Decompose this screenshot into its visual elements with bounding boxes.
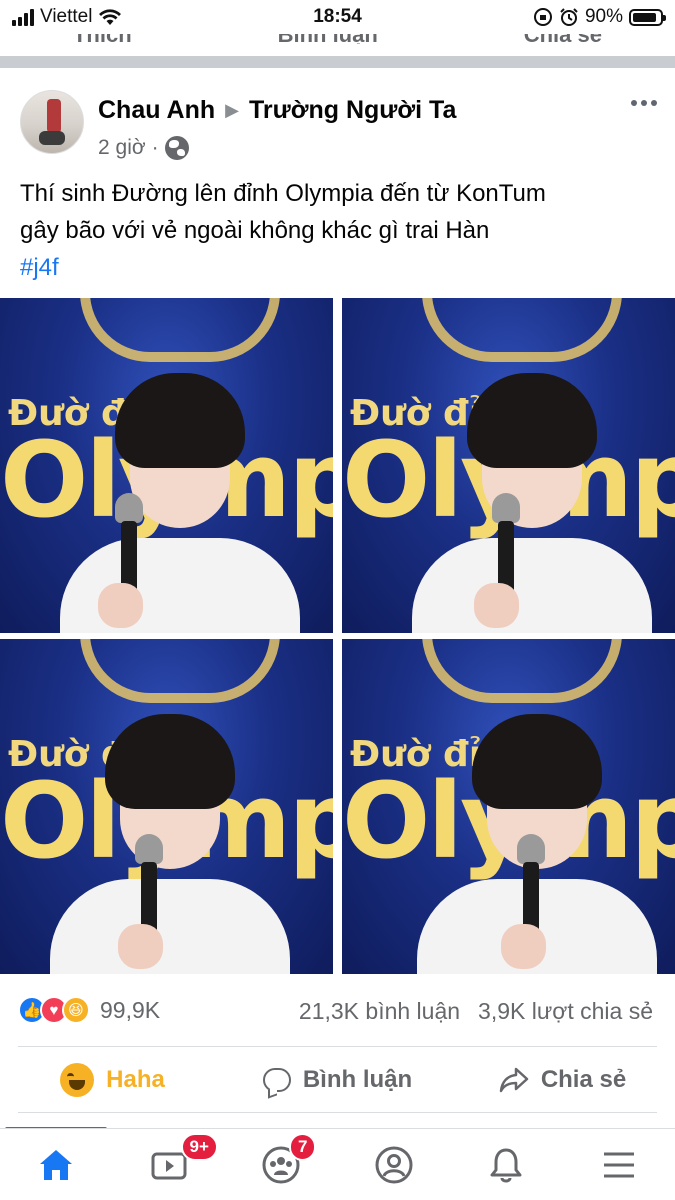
divider bbox=[18, 1112, 657, 1113]
reaction-button[interactable]: Haha bbox=[0, 1050, 225, 1110]
group-name[interactable]: Trường Người Ta bbox=[249, 96, 456, 125]
reaction-summary[interactable]: 👍 ♥ 😆 99,9K bbox=[18, 996, 160, 1024]
comment-count[interactable]: 21,3K bình luận bbox=[299, 998, 460, 1025]
post-text-line-1: Thí sinh Đường lên đỉnh Olympia đến từ K… bbox=[20, 180, 546, 207]
tab-groups[interactable]: 7 bbox=[225, 1129, 338, 1200]
share-count[interactable]: 3,9K lượt chia sẻ bbox=[478, 998, 653, 1025]
share-button-label: Chia sẻ bbox=[540, 1066, 627, 1093]
alarm-icon bbox=[560, 8, 578, 26]
post-photo[interactable]: Đườ đỉnh Olympia bbox=[0, 298, 333, 633]
globe-icon bbox=[164, 136, 189, 160]
post-photo[interactable]: Đườ đỉnh Olympia bbox=[0, 639, 333, 974]
arrow-right-icon: ▶ bbox=[225, 100, 239, 120]
comment-button-label: Bình luận bbox=[302, 1066, 413, 1093]
haha-icon: 😆 bbox=[62, 996, 90, 1024]
post-photo[interactable]: Đườ đỉnh Olympia bbox=[342, 639, 675, 974]
author-line: Chau Anh ▶ Trường Người Ta bbox=[98, 96, 456, 125]
menu-icon bbox=[603, 1152, 634, 1177]
groups-badge: 7 bbox=[289, 1133, 317, 1161]
tab-watch[interactable]: 9+ bbox=[113, 1129, 226, 1200]
profile-icon bbox=[375, 1146, 413, 1183]
hashtag-link[interactable]: #j4f bbox=[20, 249, 660, 286]
author-name[interactable]: Chau Anh bbox=[98, 96, 215, 125]
tab-menu[interactable] bbox=[563, 1129, 675, 1200]
post-text-line-2: gây bão với vẻ ngoài không khác gì trai … bbox=[20, 217, 490, 244]
orientation-lock-icon bbox=[533, 8, 552, 26]
post-actions: Haha Bình luận Chia sẻ bbox=[0, 1050, 675, 1110]
more-options-icon[interactable] bbox=[631, 100, 657, 106]
post-photo[interactable]: Đườ đỉnh Olympia bbox=[342, 298, 675, 633]
comment-icon bbox=[262, 1068, 291, 1092]
watch-badge: 9+ bbox=[180, 1133, 218, 1161]
post-meta: 2 giờ · bbox=[98, 136, 189, 160]
divider bbox=[18, 1046, 657, 1047]
notifications-icon bbox=[490, 1148, 522, 1182]
comment-button[interactable]: Bình luận bbox=[225, 1050, 450, 1110]
tab-notifications[interactable] bbox=[450, 1129, 563, 1200]
battery-percent: 90% bbox=[584, 6, 623, 27]
share-icon bbox=[499, 1067, 529, 1093]
haha-icon bbox=[60, 1063, 95, 1097]
status-bar: Viettel 18:54 90% bbox=[0, 0, 675, 34]
post-separator bbox=[0, 56, 675, 68]
home-icon bbox=[40, 1149, 73, 1180]
post-text: Thí sinh Đường lên đỉnh Olympia đến từ K… bbox=[20, 175, 660, 286]
photo-grid: Đườ đỉnh Olympia Đườ đỉnh Olympia Đườ đỉ… bbox=[0, 298, 675, 974]
share-button[interactable]: Chia sẻ bbox=[450, 1050, 675, 1110]
engagement-counts: 21,3K bình luận 3,9K lượt chia sẻ bbox=[299, 998, 653, 1025]
status-bar-right: 90% bbox=[533, 6, 666, 28]
tab-home[interactable] bbox=[0, 1129, 113, 1200]
post-time[interactable]: 2 giờ bbox=[98, 136, 146, 160]
reaction-button-label: Haha bbox=[106, 1066, 165, 1093]
tab-profile[interactable] bbox=[338, 1129, 451, 1200]
meta-dot: · bbox=[151, 136, 159, 159]
reaction-count: 99,9K bbox=[100, 996, 161, 1023]
bottom-tab-bar: 9+ 7 bbox=[0, 1128, 675, 1200]
battery-icon bbox=[629, 8, 666, 26]
avatar[interactable] bbox=[20, 90, 84, 154]
